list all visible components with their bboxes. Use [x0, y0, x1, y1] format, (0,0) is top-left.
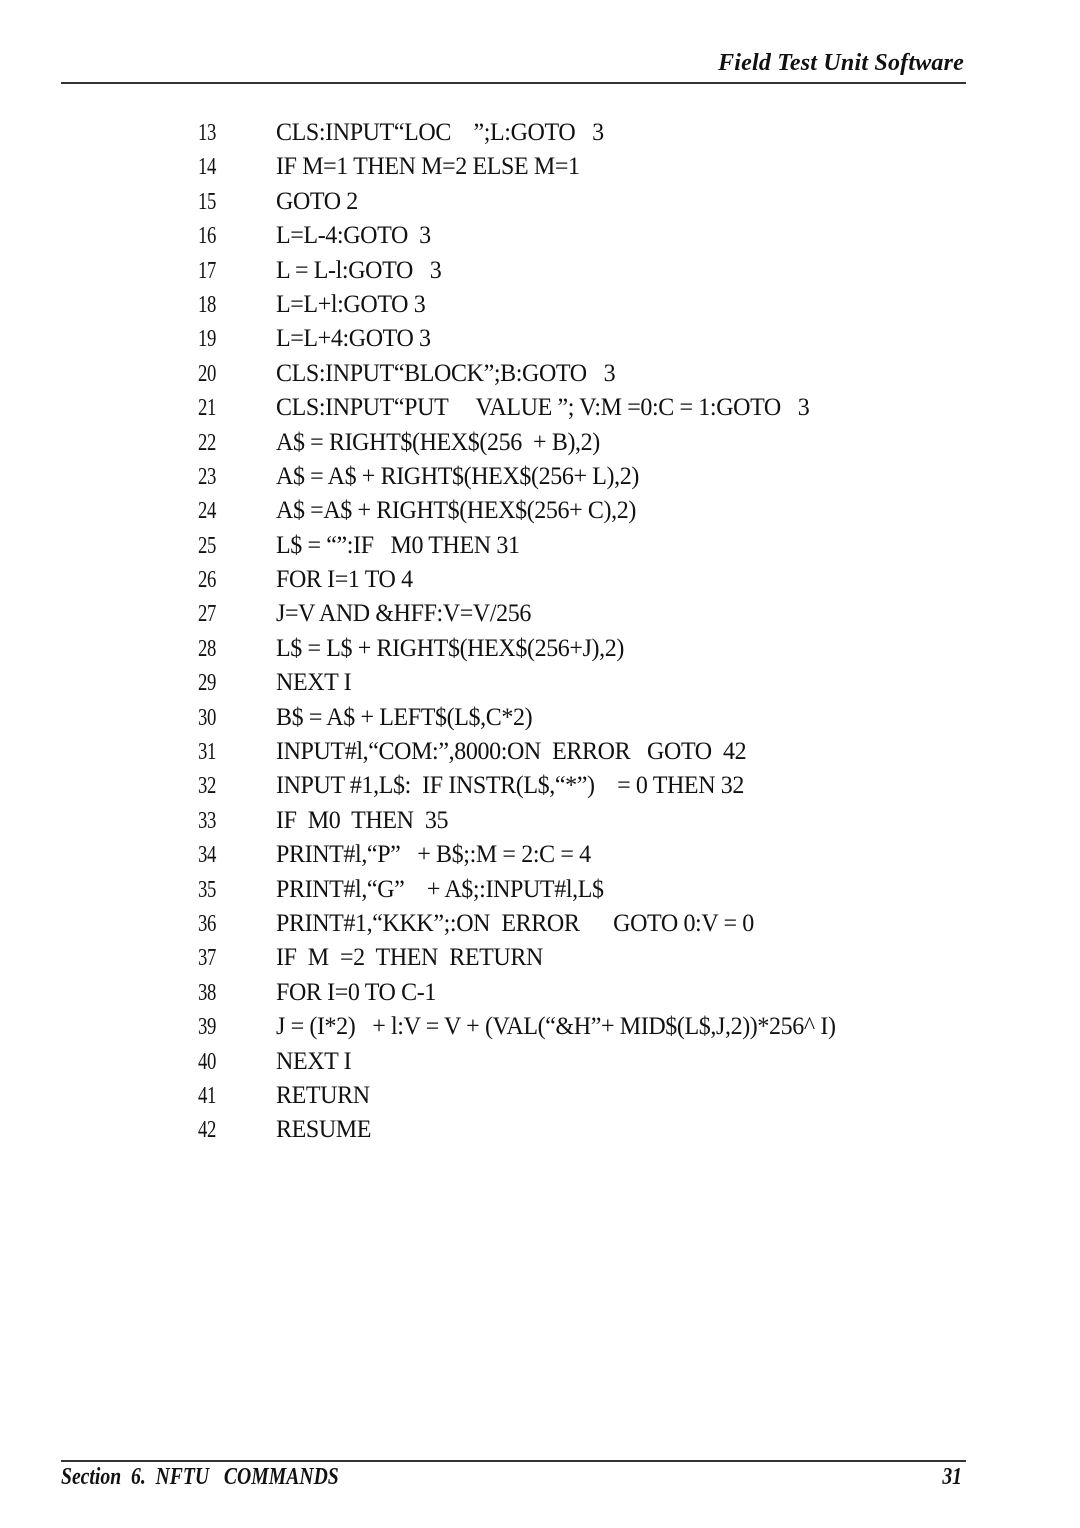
code-text: IF M=1 THEN M=2 ELSE M=1	[276, 153, 580, 181]
line-number: 34	[198, 842, 216, 869]
page-number: 31	[942, 1464, 962, 1490]
line-number: 31	[198, 739, 216, 766]
code-line: 41 RETURN	[198, 1079, 958, 1113]
code-text: L=L-4:GOTO 3	[276, 222, 431, 250]
code-line: 24 A$ =A$ + RIGHT$(HEX$(256+ C),2)	[198, 494, 958, 528]
code-text: L=L+4:GOTO 3	[276, 325, 431, 353]
line-number: 38	[198, 979, 216, 1006]
code-text: PRINT#l,“G” + A$;:INPUT#l,L$	[276, 875, 604, 903]
line-number: 28	[198, 635, 216, 662]
line-number: 15	[198, 188, 216, 215]
line-number: 19	[198, 326, 216, 353]
code-text: FOR I=0 TO C-1	[276, 978, 436, 1006]
page-footer: Section 6. NFTU COMMANDS 31	[61, 1460, 966, 1498]
code-line: 19 L=L+4:GOTO 3	[198, 322, 958, 356]
code-line: 15 GOTO 2	[198, 185, 958, 219]
code-text: A$ = RIGHT$(HEX$(256 + B),2)	[276, 428, 600, 456]
line-number: 26	[198, 567, 216, 594]
code-line: 13 CLS:INPUT“LOC ”;L:GOTO 3	[198, 116, 958, 150]
code-line: 30 B$ = A$ + LEFT$(L$,C*2)	[198, 701, 958, 735]
code-line: 39 J = (I*2) + l:V = V + (VAL(“&H”+ MID$…	[198, 1010, 958, 1044]
code-line: 32 INPUT #1,L$: IF INSTR(L$,“*”) = 0 THE…	[198, 769, 958, 803]
line-number: 41	[198, 1082, 216, 1109]
code-line: 17 L = L-l:GOTO 3	[198, 254, 958, 288]
line-number: 42	[198, 1117, 216, 1144]
page-header: Field Test Unit Software	[61, 48, 966, 84]
code-text: IF M =2 THEN RETURN	[276, 944, 543, 972]
code-text: PRINT#1,“KKK”;:ON ERROR GOTO 0:V = 0	[276, 909, 754, 937]
code-text: J = (I*2) + l:V = V + (VAL(“&H”+ MID$(L$…	[276, 1013, 836, 1041]
section-title: Section 6. NFTU COMMANDS	[61, 1464, 339, 1490]
line-number: 37	[198, 945, 216, 972]
code-line: 36 PRINT#1,“KKK”;:ON ERROR GOTO 0:V = 0	[198, 907, 958, 941]
code-line: 28 L$ = L$ + RIGHT$(HEX$(256+J),2)	[198, 632, 958, 666]
code-text: J=V AND &HFF:V=V/256	[276, 600, 531, 628]
line-number: 14	[198, 154, 216, 181]
code-text: NEXT I	[276, 669, 352, 697]
code-line: 31 INPUT#l,“COM:”,8000:ON ERROR GOTO 42	[198, 735, 958, 769]
line-number: 30	[198, 704, 216, 731]
code-line: 35 PRINT#l,“G” + A$;:INPUT#l,L$	[198, 873, 958, 907]
code-text: NEXT I	[276, 1047, 352, 1075]
line-number: 35	[198, 876, 216, 903]
document-title: Field Test Unit Software	[718, 50, 964, 76]
line-number: 21	[198, 395, 216, 422]
code-line: 22 A$ = RIGHT$(HEX$(256 + B),2)	[198, 426, 958, 460]
line-number: 24	[198, 498, 216, 525]
code-line: 29 NEXT I	[198, 666, 958, 700]
code-text: RETURN	[276, 1081, 370, 1109]
code-line: 14 IF M=1 THEN M=2 ELSE M=1	[198, 150, 958, 184]
code-text: B$ = A$ + LEFT$(L$,C*2)	[276, 703, 533, 731]
code-line: 40 NEXT I	[198, 1045, 958, 1079]
line-number: 20	[198, 360, 216, 387]
code-text: PRINT#l,“P” + B$;:M = 2:C = 4	[276, 841, 591, 869]
code-text: IF M0 THEN 35	[276, 806, 449, 834]
code-text: CLS:INPUT“LOC ”;L:GOTO 3	[276, 119, 604, 146]
line-number: 39	[198, 1014, 216, 1041]
code-line: 38 FOR I=0 TO C-1	[198, 976, 958, 1010]
code-line: 26 FOR I=1 TO 4	[198, 563, 958, 597]
code-text: L$ = L$ + RIGHT$(HEX$(256+J),2)	[276, 634, 624, 662]
code-text: CLS:INPUT“BLOCK”;B:GOTO 3	[276, 359, 616, 387]
line-number: 13	[198, 120, 216, 146]
code-line: 34 PRINT#l,“P” + B$;:M = 2:C = 4	[198, 838, 958, 872]
line-number: 18	[198, 291, 216, 318]
code-text: RESUME	[276, 1116, 372, 1144]
code-text: FOR I=1 TO 4	[276, 566, 413, 594]
code-line: 21 CLS:INPUT“PUT VALUE ”; V:M =0:C = 1:G…	[198, 391, 958, 425]
code-text: INPUT#l,“COM:”,8000:ON ERROR GOTO 42	[276, 738, 747, 766]
line-number: 40	[198, 1048, 216, 1075]
code-line: 16 L=L-4:GOTO 3	[198, 219, 958, 253]
code-text: L = L-l:GOTO 3	[276, 256, 442, 284]
code-text: L$ = “”:IF M0 THEN 31	[276, 531, 520, 559]
code-text: CLS:INPUT“PUT VALUE ”; V:M =0:C = 1:GOTO…	[276, 394, 810, 422]
line-number: 36	[198, 910, 216, 937]
line-number: 23	[198, 463, 216, 490]
line-number: 32	[198, 773, 216, 800]
line-number: 29	[198, 670, 216, 697]
line-number: 22	[198, 429, 216, 456]
code-line: 23 A$ = A$ + RIGHT$(HEX$(256+ L),2)	[198, 460, 958, 494]
code-text: GOTO 2	[276, 187, 358, 215]
code-text: A$ = A$ + RIGHT$(HEX$(256+ L),2)	[276, 462, 639, 490]
code-text: INPUT #1,L$: IF INSTR(L$,“*”) = 0 THEN 3…	[276, 772, 744, 800]
line-number: 33	[198, 807, 216, 834]
code-line: 27 J=V AND &HFF:V=V/256	[198, 597, 958, 631]
line-number: 17	[198, 257, 216, 284]
code-text: A$ =A$ + RIGHT$(HEX$(256+ C),2)	[276, 497, 636, 525]
code-line: 33 IF M0 THEN 35	[198, 804, 958, 838]
code-line: 18 L=L+l:GOTO 3	[198, 288, 958, 322]
code-line: 25 L$ = “”:IF M0 THEN 31	[198, 529, 958, 563]
code-line: 20 CLS:INPUT“BLOCK”;B:GOTO 3	[198, 357, 958, 391]
code-text: L=L+l:GOTO 3	[276, 290, 426, 318]
code-listing: 13 CLS:INPUT“LOC ”;L:GOTO 3 14 IF M=1 TH…	[198, 116, 958, 1148]
code-line: 37 IF M =2 THEN RETURN	[198, 941, 958, 975]
line-number: 27	[198, 601, 216, 628]
line-number: 25	[198, 532, 216, 559]
code-line: 42 RESUME	[198, 1113, 958, 1147]
line-number: 16	[198, 223, 216, 250]
